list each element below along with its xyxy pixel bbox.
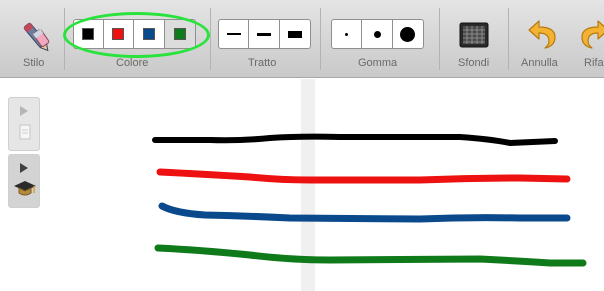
green-stroke	[154, 244, 587, 267]
page-icon	[19, 124, 31, 140]
side-panel-education-button[interactable]	[8, 154, 40, 208]
color-swatch-black[interactable]	[74, 20, 104, 48]
expand-arrow-icon	[20, 163, 28, 173]
toolbar-separator	[64, 8, 65, 70]
graduation-cap-icon	[14, 181, 36, 196]
black-swatch	[82, 28, 95, 40]
stroke-thin-button[interactable]	[219, 20, 250, 48]
annulla-label: Annulla	[521, 57, 558, 69]
pen-icon	[23, 22, 50, 52]
color-group	[73, 19, 196, 49]
toolbar-separator	[508, 8, 509, 70]
thin-line-icon	[226, 33, 241, 35]
color-swatch-green[interactable]	[164, 20, 195, 48]
color-swatch-red[interactable]	[104, 20, 135, 48]
rifai-label: Rifa	[584, 57, 604, 69]
medium-line-icon	[257, 32, 272, 36]
small-dot-icon	[345, 32, 349, 36]
drawing-canvas[interactable]	[0, 79, 604, 291]
thick-line-icon	[287, 30, 302, 38]
eraser-size-group	[331, 19, 424, 49]
sfondi-button[interactable]	[459, 22, 489, 48]
blue-swatch	[142, 28, 155, 40]
red-stroke	[156, 168, 571, 184]
expand-arrow-icon	[20, 106, 28, 116]
blue-stroke	[158, 202, 571, 223]
tratto-label: Tratto	[248, 57, 277, 69]
whiteboard-app: Stilo Colore Tratto Gomma Sfondi Annulla…	[0, 0, 604, 291]
rifai-button[interactable]	[580, 18, 604, 50]
red-swatch	[112, 28, 125, 40]
sfondi-label: Sfondi	[458, 57, 490, 69]
stilo-button[interactable]	[18, 16, 56, 56]
eraser-medium-button[interactable]	[362, 20, 393, 48]
redo-arrow-icon	[581, 20, 604, 49]
large-dot-icon	[400, 26, 416, 42]
stilo-label: Stilo	[23, 57, 45, 69]
eraser-large-button[interactable]	[393, 20, 423, 48]
stroke-width-group	[218, 19, 311, 49]
gomma-label: Gomma	[358, 57, 398, 69]
undo-arrow-icon	[528, 20, 556, 49]
stroke-thick-button[interactable]	[280, 20, 310, 48]
toolbar: Stilo Colore Tratto Gomma Sfondi Annulla…	[0, 0, 604, 78]
medium-dot-icon	[373, 30, 381, 38]
side-panel	[8, 97, 40, 208]
toolbar-separator	[320, 8, 321, 70]
green-swatch	[173, 28, 186, 40]
eraser-small-button[interactable]	[332, 20, 363, 48]
side-panel-page-button[interactable]	[8, 97, 40, 151]
toolbar-separator	[439, 8, 440, 70]
annulla-button[interactable]	[527, 18, 557, 50]
colore-label: Colore	[116, 57, 149, 69]
background-grid-icon	[459, 22, 489, 48]
black-stroke	[152, 133, 558, 146]
stroke-medium-button[interactable]	[249, 20, 280, 48]
color-swatch-blue[interactable]	[134, 20, 165, 48]
toolbar-separator	[210, 8, 211, 70]
